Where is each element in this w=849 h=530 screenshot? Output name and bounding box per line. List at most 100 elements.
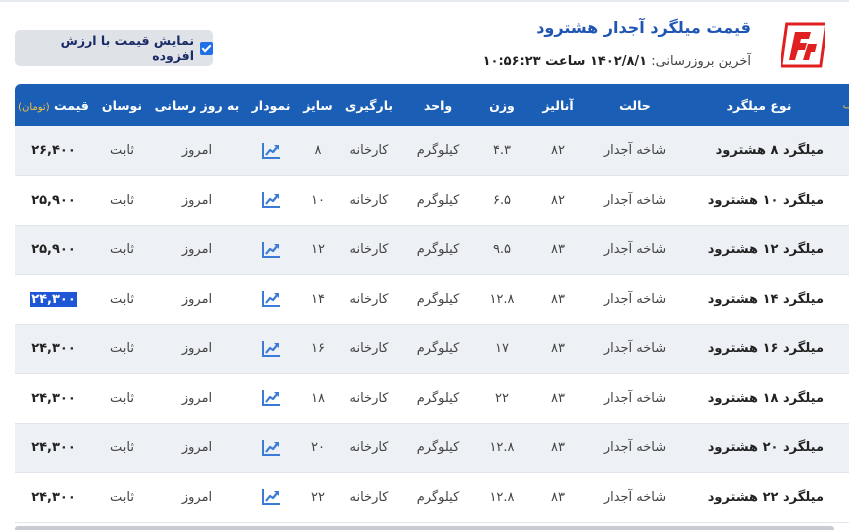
col-loading: بارگیری [344, 97, 394, 113]
trend-chart-icon[interactable] [261, 439, 281, 457]
rebar-weight: ۱۷ [474, 324, 530, 374]
rebar-name[interactable]: میلگرد ۱۴ هشترود [684, 274, 834, 325]
rebar-unit: کیلوگرم [402, 274, 474, 325]
col-price-label: قیمت [53, 97, 89, 113]
rebar-state: شاخه آجدار [586, 373, 684, 424]
rebar-loading: کارخانه [336, 472, 402, 523]
selected-price-text: ۲۴,۳۰۰ [30, 291, 77, 307]
col-size: سایز [303, 97, 333, 113]
brand-logo[interactable] [781, 22, 825, 68]
rebar-analysis: ۸۳ [530, 472, 586, 523]
vat-price-toggle[interactable]: نمایش قیمت با ارزش افزوده [15, 30, 213, 66]
rebar-loading: کارخانه [336, 274, 402, 325]
table-row: ۱میلگرد ۸ هشترودشاخه آجدار۸۲۴.۳کیلوگرمکا… [15, 126, 849, 176]
rebar-updated: امروز [152, 225, 242, 275]
trend-chart-icon[interactable] [261, 389, 281, 407]
rebar-updated: امروز [152, 373, 242, 424]
rebar-state: شاخه آجدار [586, 126, 684, 176]
row-index: ۴ [834, 274, 849, 325]
rebar-size: ۱۰ [300, 175, 336, 226]
rebar-unit: کیلوگرم [402, 423, 474, 473]
row-index: ۷ [834, 423, 849, 473]
rebar-weight: ۱۲.۸ [474, 472, 530, 523]
rebar-price: ۲۴,۳۰۰ [15, 472, 92, 523]
trend-chart-icon[interactable] [261, 191, 281, 209]
rebar-updated: امروز [152, 126, 242, 176]
table-row: ۲میلگرد ۱۰ هشترودشاخه آجدار۸۲۶.۵کیلوگرمک… [15, 175, 849, 226]
chart-link[interactable] [242, 274, 300, 325]
rebar-unit: کیلوگرم [402, 225, 474, 275]
rebar-unit: کیلوگرم [402, 472, 474, 523]
trend-chart-icon[interactable] [261, 488, 281, 506]
rebar-size: ۱۴ [300, 274, 336, 325]
rebar-size: ۲۰ [300, 423, 336, 473]
rebar-name[interactable]: میلگرد ۱۲ هشترود [684, 225, 834, 275]
last-updated-label: آخرین بروزرسانی: [651, 54, 751, 69]
rebar-size: ۸ [300, 126, 336, 176]
chart-link[interactable] [242, 126, 300, 176]
chart-link[interactable] [242, 423, 300, 473]
vat-toggle-label: نمایش قیمت با ارزش افزوده [60, 33, 195, 63]
rebar-unit: کیلوگرم [402, 373, 474, 424]
row-index: ۳ [834, 225, 849, 275]
rebar-fluctuation: ثابت [92, 175, 152, 226]
rebar-fluctuation: ثابت [92, 324, 152, 374]
col-index: ردیف [842, 99, 849, 111]
chart-link[interactable] [242, 373, 300, 424]
row-index: ۸ [834, 472, 849, 523]
rebar-updated: امروز [152, 175, 242, 226]
rebar-unit: کیلوگرم [402, 324, 474, 374]
chart-link[interactable] [242, 324, 300, 374]
rebar-analysis: ۸۳ [530, 274, 586, 325]
trend-chart-icon[interactable] [261, 290, 281, 308]
row-index: ۱ [834, 126, 849, 176]
table-header-row: ردیف نوع میلگرد حالت آنالیز وزن واحد بار… [15, 84, 849, 126]
price-table: ردیف نوع میلگرد حالت آنالیز وزن واحد بار… [15, 84, 849, 523]
chart-link[interactable] [242, 225, 300, 275]
page-title: قیمت میلگرد آجدار هشترود [536, 18, 751, 37]
price-table-container: ردیف نوع میلگرد حالت آنالیز وزن واحد بار… [15, 84, 849, 523]
rebar-analysis: ۸۳ [530, 225, 586, 275]
rebar-size: ۱۶ [300, 324, 336, 374]
row-index: ۵ [834, 324, 849, 374]
rebar-price: ۲۴,۳۰۰ [15, 274, 92, 325]
col-price-unit: (تومان) [18, 101, 50, 113]
row-index: ۶ [834, 373, 849, 424]
rebar-state: شاخه آجدار [586, 423, 684, 473]
rebar-name[interactable]: میلگرد ۲۰ هشترود [684, 423, 834, 473]
vat-checkbox[interactable] [200, 41, 213, 55]
table-row: ۵میلگرد ۱۶ هشترودشاخه آجدار۸۳۱۷کیلوگرمکا… [15, 324, 849, 374]
rebar-name[interactable]: میلگرد ۱۶ هشترود [684, 324, 834, 374]
chart-link[interactable] [242, 175, 300, 226]
col-analysis: آنالیز [542, 97, 574, 113]
row-index: ۲ [834, 175, 849, 226]
rebar-updated: امروز [152, 472, 242, 523]
rebar-price: ۲۶,۴۰۰ [15, 126, 92, 176]
rebar-weight: ۱۲.۸ [474, 423, 530, 473]
table-row: ۴میلگرد ۱۴ هشترودشاخه آجدار۸۳۱۲.۸کیلوگرم… [15, 274, 849, 325]
col-state: حالت [619, 97, 651, 113]
rebar-name[interactable]: میلگرد ۱۰ هشترود [684, 175, 834, 226]
trend-chart-icon[interactable] [261, 241, 281, 259]
rebar-weight: ۴.۳ [474, 126, 530, 176]
trend-chart-icon[interactable] [261, 340, 281, 358]
rebar-updated: امروز [152, 423, 242, 473]
chart-link[interactable] [242, 472, 300, 523]
rebar-name[interactable]: میلگرد ۲۲ هشترود [684, 472, 834, 523]
rebar-state: شاخه آجدار [586, 175, 684, 226]
rebar-analysis: ۸۲ [530, 175, 586, 226]
trend-chart-icon[interactable] [261, 142, 281, 160]
rebar-unit: کیلوگرم [402, 175, 474, 226]
rebar-loading: کارخانه [336, 373, 402, 424]
rebar-price: ۲۴,۳۰۰ [15, 324, 92, 374]
rebar-analysis: ۸۳ [530, 423, 586, 473]
rebar-fluctuation: ثابت [92, 225, 152, 275]
rebar-price: ۲۴,۳۰۰ [15, 373, 92, 424]
rebar-fluctuation: ثابت [92, 126, 152, 176]
col-price: قیمت (تومان) [15, 84, 92, 126]
rebar-name[interactable]: میلگرد ۸ هشترود [684, 126, 834, 176]
scroll-footer-bar [15, 526, 834, 530]
rebar-fluctuation: ثابت [92, 423, 152, 473]
rebar-name[interactable]: میلگرد ۱۸ هشترود [684, 373, 834, 424]
rebar-weight: ۱۲.۸ [474, 274, 530, 325]
